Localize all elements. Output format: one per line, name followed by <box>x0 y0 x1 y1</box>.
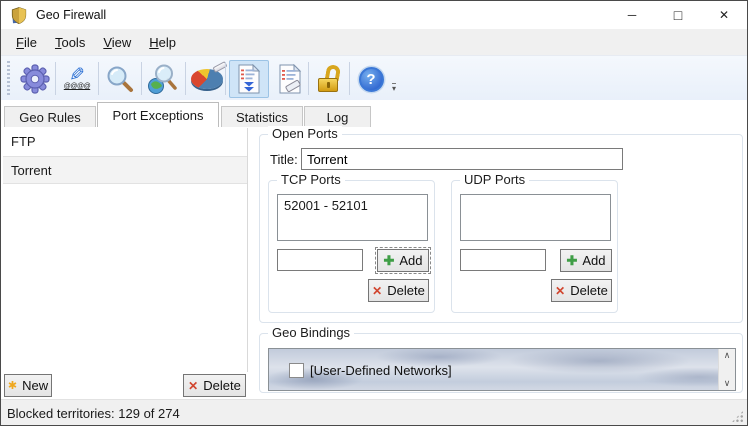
geo-bindings-legend: Geo Bindings <box>268 325 355 340</box>
new-button[interactable]: ✱ New <box>4 374 52 397</box>
tcp-delete-button[interactable]: ✕ Delete <box>368 279 429 302</box>
open-ports-legend: Open Ports <box>268 126 342 141</box>
log-doc-icon <box>279 64 302 94</box>
app-window: Geo Firewall ─ □ ✕ File Tools View Help <box>0 0 748 426</box>
app-shield-icon <box>11 7 27 24</box>
unlock-icon <box>315 63 345 94</box>
menu-help[interactable]: Help <box>140 32 185 53</box>
maximize-button[interactable]: □ <box>655 1 701 29</box>
pie-chart-icon <box>191 61 228 89</box>
udp-ports-group: UDP Ports ✚ Add ✕ Delete <box>451 172 618 313</box>
status-text: Blocked territories: 129 of 274 <box>7 405 180 421</box>
tcp-ports-group: TCP Ports 52001 - 52101 ✚ Add ✕ Delete <box>268 172 435 313</box>
status-bar: Blocked territories: 129 of 274 <box>1 399 747 425</box>
tab-strip: Geo Rules Port Exceptions Statistics Log <box>1 100 747 127</box>
toolbar-separator <box>225 62 226 95</box>
toolbar-separator <box>185 62 186 95</box>
tab-statistics[interactable]: Statistics <box>221 106 303 127</box>
geo-search-button[interactable] <box>144 60 182 98</box>
window-title: Geo Firewall <box>36 8 107 22</box>
udp-add-button[interactable]: ✚ Add <box>560 249 612 272</box>
new-label: New <box>22 378 49 393</box>
tcp-port-item[interactable]: 52001 - 52101 <box>284 198 421 213</box>
add-plus-icon: ✚ <box>566 252 578 268</box>
close-button[interactable]: ✕ <box>701 1 747 29</box>
gear-icon <box>20 64 50 94</box>
pencil-icon: ✎ <box>69 64 85 86</box>
tcp-add-button[interactable]: ✚ Add <box>375 247 431 274</box>
toolbar-separator <box>55 62 56 95</box>
scroll-down-icon[interactable]: ∨ <box>719 377 735 390</box>
minimize-button[interactable]: ─ <box>609 1 655 29</box>
delete-x-icon: ✕ <box>555 283 566 298</box>
title-label: Title: <box>270 152 298 167</box>
udp-port-input[interactable] <box>460 249 546 271</box>
tcp-port-list[interactable]: 52001 - 52101 <box>277 194 428 241</box>
delete-exception-button[interactable]: ✕ Delete <box>183 374 246 397</box>
unlock-button[interactable] <box>311 60 349 98</box>
title-bar: Geo Firewall ─ □ ✕ <box>1 1 747 29</box>
geo-binding-item[interactable]: [User-Defined Networks] <box>289 363 452 378</box>
udp-ports-legend: UDP Ports <box>460 172 530 187</box>
help-button[interactable]: ? <box>352 60 390 98</box>
scroll-up-icon[interactable]: ∧ <box>719 349 735 362</box>
toolbar: ✎ @@@@ ? ▾ <box>1 55 747 100</box>
toolbar-separator <box>98 62 99 95</box>
help-icon: ? <box>358 66 384 92</box>
geo-bindings-group: Geo Bindings [User-Defined Networks] ∧ ∨ <box>259 325 743 393</box>
log-button[interactable] <box>271 60 309 98</box>
list-item-torrent[interactable]: Torrent <box>3 156 247 184</box>
edit-rules-button[interactable]: ✎ @@@@ <box>58 60 96 98</box>
geo-bindings-list[interactable]: [User-Defined Networks] ∧ ∨ <box>268 348 736 391</box>
toolbar-grip[interactable] <box>7 61 10 95</box>
settings-button[interactable] <box>16 60 54 98</box>
user-defined-networks-checkbox[interactable] <box>289 363 304 378</box>
tcp-ports-legend: TCP Ports <box>277 172 345 187</box>
tcp-add-label: Add <box>399 253 423 268</box>
title-input[interactable] <box>301 148 623 170</box>
tab-port-exceptions[interactable]: Port Exceptions <box>97 102 219 127</box>
menu-file[interactable]: File <box>7 32 46 53</box>
tcp-delete-label: Delete <box>387 283 425 298</box>
udp-delete-button[interactable]: ✕ Delete <box>551 279 612 302</box>
open-ports-group: Open Ports Title: TCP Ports 52001 - 5210… <box>259 126 743 323</box>
udp-add-label: Add <box>582 253 606 268</box>
search-icon <box>107 66 133 92</box>
toolbar-overflow-icon[interactable]: ▾ <box>392 83 397 93</box>
delete-icon: ✕ <box>188 378 199 393</box>
tab-log[interactable]: Log <box>304 106 371 127</box>
toolbar-separator <box>349 62 350 95</box>
udp-delete-label: Delete <box>570 283 608 298</box>
port-exceptions-icon <box>238 64 261 94</box>
tcp-port-input[interactable] <box>277 249 363 271</box>
user-defined-networks-label: [User-Defined Networks] <box>310 363 452 378</box>
exceptions-list: FTP Torrent <box>3 128 248 372</box>
list-item-ftp[interactable]: FTP <box>3 128 247 156</box>
resize-grip[interactable] <box>731 410 744 423</box>
toolbar-separator <box>308 62 309 95</box>
menu-view[interactable]: View <box>94 32 140 53</box>
toolbar-separator <box>141 62 142 95</box>
search-button[interactable] <box>101 60 139 98</box>
tab-geo-rules[interactable]: Geo Rules <box>4 106 96 127</box>
new-icon: ✱ <box>7 380 18 392</box>
globe-search-icon <box>148 64 177 94</box>
add-plus-icon: ✚ <box>383 252 395 268</box>
statistics-button[interactable] <box>188 60 228 98</box>
delete-x-icon: ✕ <box>372 283 383 298</box>
delete-label: Delete <box>203 378 241 393</box>
port-exceptions-button[interactable] <box>229 60 269 98</box>
vertical-scrollbar[interactable]: ∧ ∨ <box>718 349 735 390</box>
menu-tools[interactable]: Tools <box>46 32 94 53</box>
udp-port-list[interactable] <box>460 194 611 241</box>
menu-bar: File Tools View Help <box>1 29 747 55</box>
